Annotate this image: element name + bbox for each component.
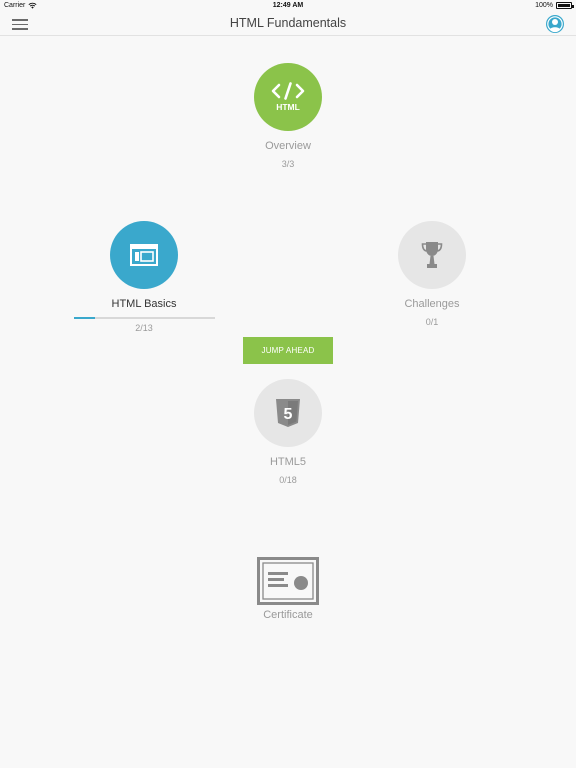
html-icon-text: HTML (276, 102, 300, 112)
page-title: HTML Fundamentals (229, 16, 347, 30)
html5-label: HTML5 (269, 456, 307, 468)
overview-circle[interactable]: HTML (254, 63, 322, 131)
battery-percent: 100% (535, 2, 553, 9)
html-basics-circle[interactable] (110, 221, 178, 289)
html-basics-label: HTML Basics (111, 298, 177, 310)
challenges-circle[interactable] (398, 221, 466, 289)
browser-window-icon (130, 244, 158, 266)
html5-icon-text: 5 (284, 406, 293, 423)
challenges-label: Challenges (404, 298, 460, 310)
certificate-label: Certificate (263, 609, 313, 621)
status-bar: Carrier 12:49 AM 100% (0, 0, 576, 12)
certificate-icon[interactable] (257, 557, 319, 605)
html5-count: 0/18 (279, 475, 297, 485)
battery-group: 100% (535, 2, 574, 9)
overview-label: Overview (265, 140, 311, 152)
html-basics-progress-fill (73, 317, 95, 319)
jump-ahead-button[interactable]: JUMP AHEAD (243, 337, 333, 364)
html-basics-count: 2/13 (135, 323, 153, 333)
html-basics-progress (73, 317, 215, 319)
screen: Carrier 12:49 AM 100% HTML Fundamentals (0, 0, 576, 768)
certificate[interactable]: Certificate (228, 557, 348, 621)
nav-bar: HTML Fundamentals (0, 12, 576, 36)
html5-circle[interactable]: 5 (254, 379, 322, 447)
status-time: 12:49 AM (272, 2, 304, 9)
html5-shield-icon: 5 (276, 399, 300, 427)
overview-count: 3/3 (281, 159, 295, 169)
node-html-basics[interactable]: HTML Basics 2/13 (68, 221, 220, 333)
user-profile-icon[interactable] (546, 15, 564, 33)
node-challenges[interactable]: Challenges 0/1 (372, 221, 492, 327)
battery-icon (556, 2, 574, 9)
trophy-icon (421, 242, 443, 268)
node-html5[interactable]: 5 HTML5 0/18 (228, 379, 348, 485)
node-overview[interactable]: HTML Overview 3/3 (228, 63, 348, 169)
challenges-count: 0/1 (425, 317, 439, 327)
html-code-icon: HTML (271, 82, 305, 112)
